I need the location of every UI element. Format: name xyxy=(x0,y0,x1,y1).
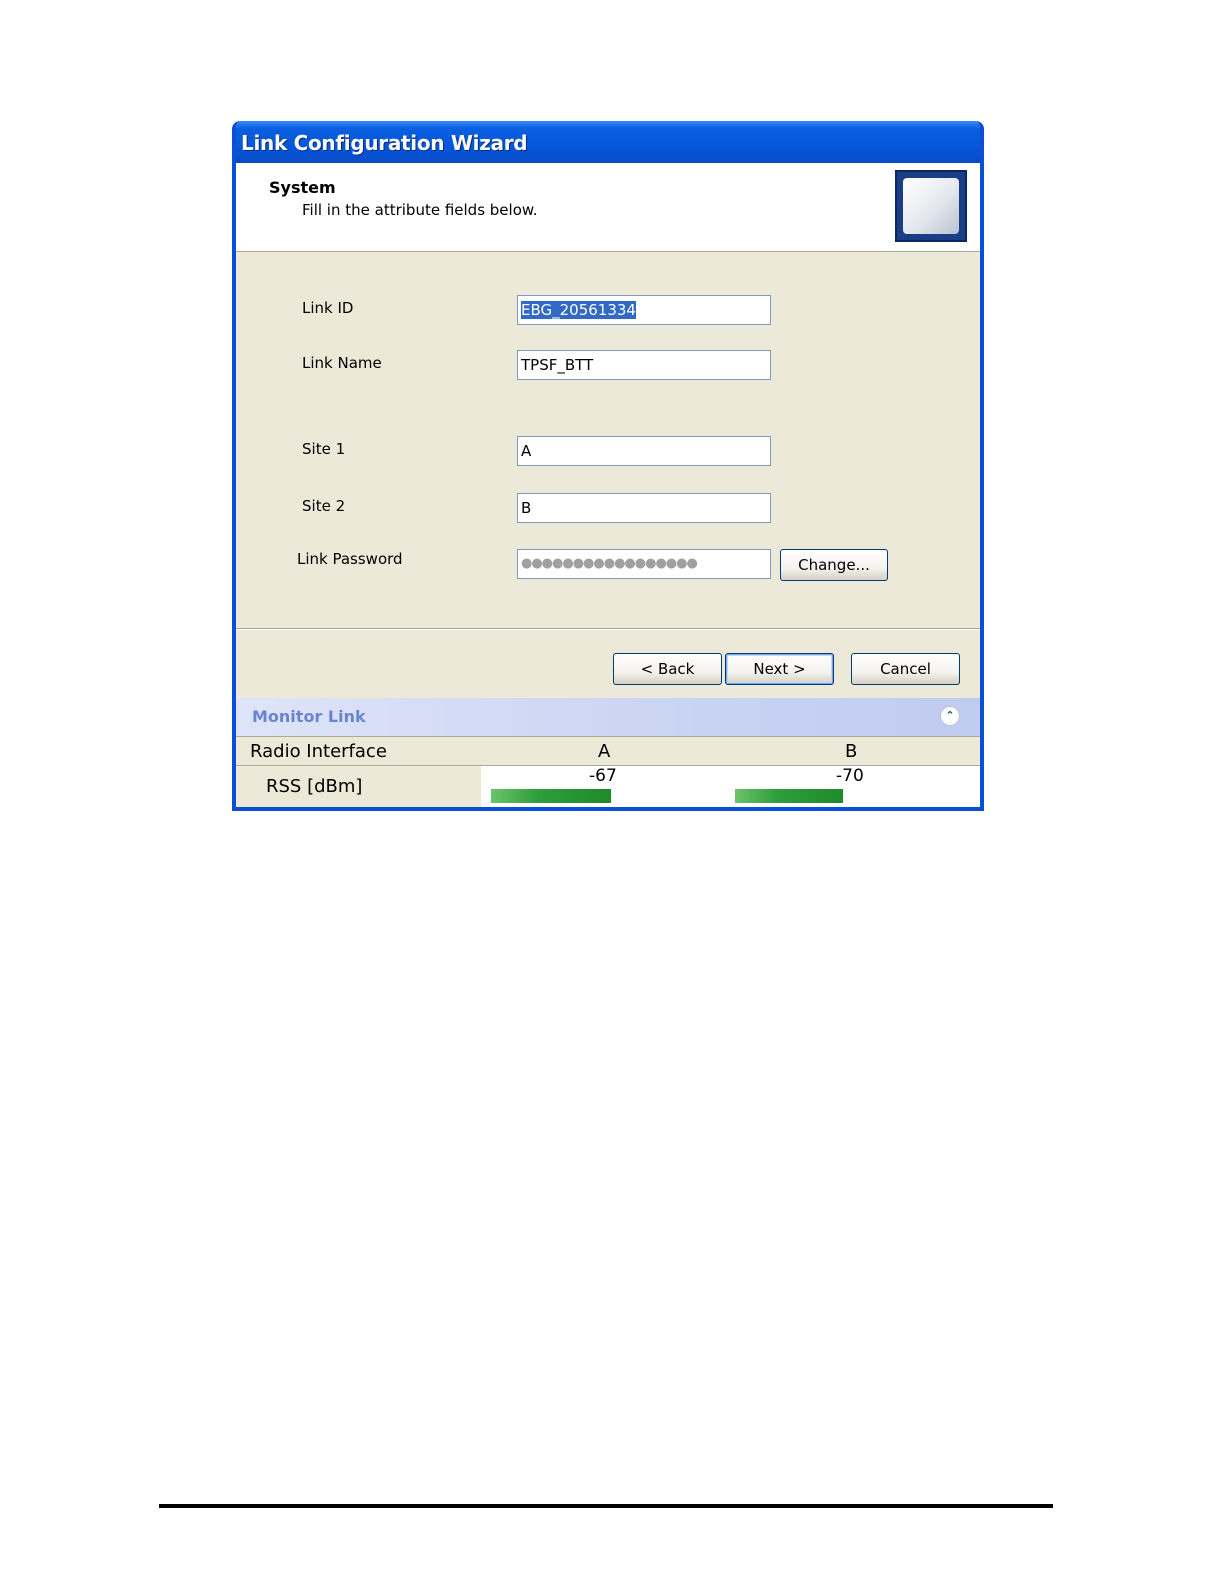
monitor-link-title: Monitor Link xyxy=(252,707,366,726)
monitor-table-header: Radio Interface A B xyxy=(236,736,980,766)
rss-label: RSS [dBm] xyxy=(266,776,363,797)
back-button[interactable]: < Back xyxy=(613,653,722,685)
site1-label: Site 1 xyxy=(302,440,346,458)
change-password-button[interactable]: Change... xyxy=(780,549,888,581)
rss-b-bar xyxy=(735,789,843,803)
radio-interface-header: Radio Interface xyxy=(250,741,387,762)
site2-field[interactable]: B xyxy=(517,493,771,523)
cancel-button[interactable]: Cancel xyxy=(851,653,960,685)
title-bar[interactable]: Link Configuration Wizard xyxy=(236,121,980,163)
rss-a-value: -67 xyxy=(589,766,617,786)
window-title: Link Configuration Wizard xyxy=(241,131,528,155)
step-subtitle: Fill in the attribute fields below. xyxy=(302,201,538,219)
site-a-column-header: A xyxy=(598,741,611,762)
site2-label: Site 2 xyxy=(302,497,346,515)
link-password-label: Link Password xyxy=(297,550,403,568)
link-name-label: Link Name xyxy=(302,354,382,372)
link-id-label: Link ID xyxy=(302,299,354,317)
link-configuration-wizard-window: Link Configuration Wizard System Fill in… xyxy=(232,121,984,811)
next-button[interactable]: Next > xyxy=(725,653,834,685)
page-footer-rule xyxy=(159,1504,1053,1508)
site1-field[interactable]: A xyxy=(517,436,771,466)
link-password-field[interactable]: ●●●●●●●●●●●●●●●●● xyxy=(517,549,771,579)
rss-row: RSS [dBm] -67 -70 xyxy=(236,766,980,807)
link-name-field[interactable]: TPSF_BTT xyxy=(517,350,771,380)
monitor-link-bar: Monitor Link ⌃ xyxy=(236,698,980,736)
step-title: System xyxy=(269,178,336,197)
site-b-column-header: B xyxy=(845,741,858,762)
wizard-header: System Fill in the attribute fields belo… xyxy=(236,163,980,252)
link-id-field[interactable]: EBG_20561334 xyxy=(517,295,771,325)
device-icon xyxy=(895,170,967,242)
rss-b-value: -70 xyxy=(836,766,864,786)
link-id-value: EBG_20561334 xyxy=(521,301,636,319)
double-chevron-up-icon[interactable]: ⌃ xyxy=(940,706,960,726)
rss-a-bar xyxy=(491,789,611,803)
rss-row-label-cell: RSS [dBm] xyxy=(236,766,481,807)
divider xyxy=(236,628,980,630)
